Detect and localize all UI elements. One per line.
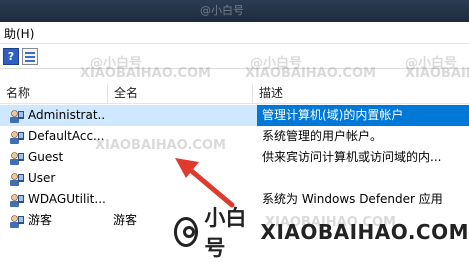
brand-watermark: 小白号 XIAOBAIHAO.COM xyxy=(174,206,469,260)
brand-cn: 小白号 xyxy=(204,206,247,260)
brand-logo-icon xyxy=(174,217,199,247)
brand-en: XIAOBAIHAO.COM xyxy=(260,220,469,244)
